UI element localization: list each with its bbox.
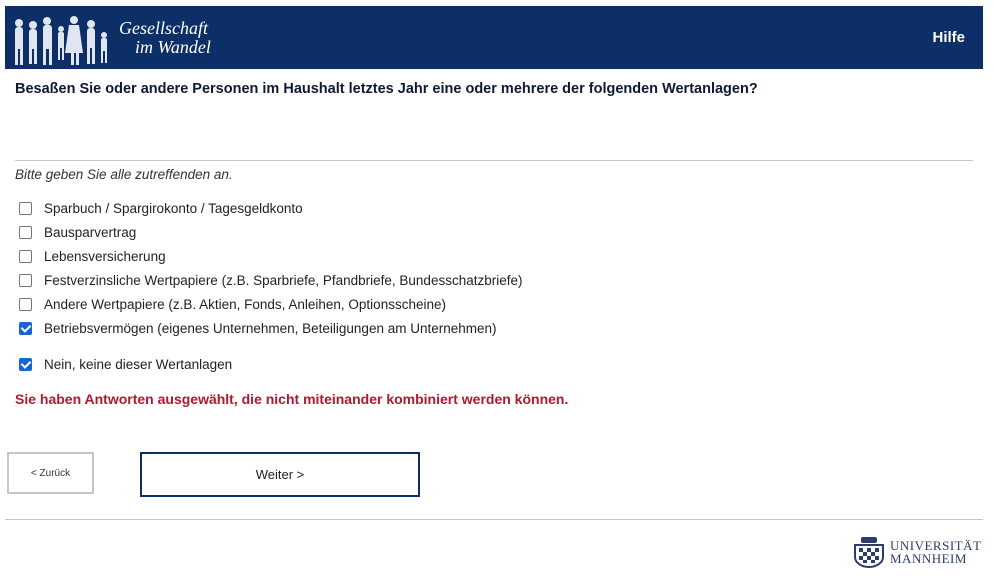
question-text: Besaßen Sie oder andere Personen im Haus…	[15, 81, 758, 97]
next-button[interactable]: Weiter >	[140, 452, 420, 497]
footer-divider	[5, 519, 983, 520]
option-bausparvertrag[interactable]: Bausparvertrag	[19, 220, 522, 244]
instruction-text: Bitte geben Sie alle zutreffenden an.	[15, 167, 233, 182]
logo-line-2: im Wandel	[135, 37, 211, 57]
survey-logo: Gesellschaft im Wandel	[11, 15, 241, 67]
divider	[15, 160, 973, 161]
option-label: Lebensversicherung	[44, 248, 166, 264]
option-label: Andere Wertpapiere (z.B. Aktien, Fonds, …	[44, 296, 446, 312]
option-label: Betriebsvermögen (eigenes Unternehmen, B…	[44, 320, 497, 336]
checkbox[interactable]	[19, 225, 32, 239]
logo-text: Gesellschaft im Wandel	[119, 19, 211, 57]
option-label: Sparbuch / Spargirokonto / Tagesgeldkont…	[44, 200, 303, 216]
option-label: Bausparvertrag	[44, 224, 137, 240]
option-betriebsvermoegen[interactable]: Betriebsvermögen (eigenes Unternehmen, B…	[19, 316, 522, 340]
option-label: Festverzinsliche Wertpapiere (z.B. Sparb…	[44, 272, 523, 288]
checkbox[interactable]	[19, 273, 32, 287]
option-none[interactable]: Nein, keine dieser Wertanlagen	[19, 352, 232, 376]
options-list: Sparbuch / Spargirokonto / Tagesgeldkont…	[19, 196, 522, 340]
checkbox[interactable]	[19, 297, 32, 311]
university-name: UNIVERSITÄT MANNHEIM	[890, 539, 981, 565]
logo-line-1: Gesellschaft	[119, 18, 208, 38]
checkbox[interactable]	[19, 357, 32, 371]
university-crest-icon	[854, 537, 884, 568]
error-message: Sie haben Antworten ausgewählt, die nich…	[15, 391, 569, 407]
checkbox[interactable]	[19, 321, 32, 335]
university-logo: UNIVERSITÄT MANNHEIM	[852, 532, 984, 572]
checkbox[interactable]	[19, 249, 32, 263]
option-sparbuch[interactable]: Sparbuch / Spargirokonto / Tagesgeldkont…	[19, 196, 522, 220]
people-silhouette-icon	[15, 16, 107, 65]
option-andere-wertpapiere[interactable]: Andere Wertpapiere (z.B. Aktien, Fonds, …	[19, 292, 522, 316]
header-bar: Gesellschaft im Wandel Hilfe	[5, 6, 983, 69]
option-festverzinsliche[interactable]: Festverzinsliche Wertpapiere (z.B. Sparb…	[19, 268, 522, 292]
option-lebensversicherung[interactable]: Lebensversicherung	[19, 244, 522, 268]
university-line-2: MANNHEIM	[890, 551, 967, 566]
option-label: Nein, keine dieser Wertanlagen	[44, 356, 233, 372]
checkbox[interactable]	[19, 201, 32, 215]
help-link[interactable]: Hilfe	[932, 29, 965, 46]
back-button[interactable]: < Zurück	[7, 452, 94, 494]
